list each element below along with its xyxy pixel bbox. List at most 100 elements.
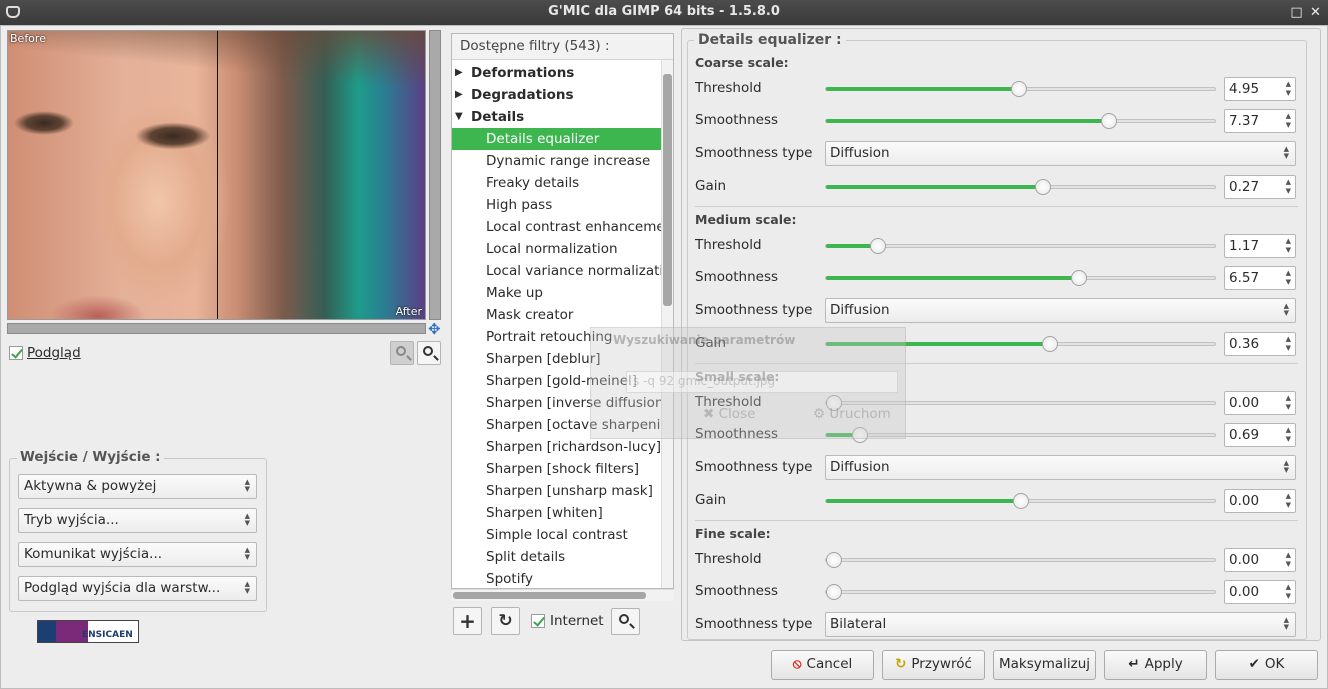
- input-layers-select[interactable]: Aktywna & powyżej ▲ ▼: [18, 474, 257, 499]
- output-mode-select[interactable]: Tryb wyjścia... ▲ ▼: [18, 508, 257, 533]
- coarse-smoothness-type-select[interactable]: Diffusion ▲ ▼: [825, 141, 1296, 166]
- fine-threshold-spinbox[interactable]: 0.00 ▲ ▼: [1224, 548, 1296, 572]
- slider-handle[interactable]: [869, 238, 886, 254]
- filter-item[interactable]: Make up: [452, 282, 662, 304]
- coarse-smoothness-slider[interactable]: [825, 113, 1216, 129]
- preview-vertical-scrollbar[interactable]: [429, 30, 441, 320]
- slider-handle[interactable]: [851, 427, 868, 443]
- close-window-icon[interactable]: ✕: [1308, 5, 1323, 20]
- coarse-smoothness-spinbox[interactable]: 7.37 ▲ ▼: [1224, 109, 1296, 133]
- move-icon[interactable]: ✥: [428, 322, 441, 337]
- coarse-gain-slider[interactable]: [825, 179, 1216, 195]
- spin-arrows-icon[interactable]: ▲ ▼: [1286, 492, 1291, 510]
- spin-arrows-icon[interactable]: ▲ ▼: [1286, 80, 1291, 98]
- apply-button[interactable]: ↵ Apply: [1104, 650, 1207, 680]
- filter-item[interactable]: Sharpen [richardson-lucy]: [452, 436, 662, 458]
- filter-item[interactable]: High pass: [452, 194, 662, 216]
- small-threshold-spinbox[interactable]: 0.00 ▲ ▼: [1224, 391, 1296, 415]
- cancel-button[interactable]: ⦸ Cancel: [771, 650, 874, 680]
- spin-arrows-icon[interactable]: ▲ ▼: [1286, 112, 1291, 130]
- reset-button[interactable]: ↻ Przywróć: [882, 650, 985, 680]
- medium-smoothness-spinbox[interactable]: 6.57 ▲ ▼: [1224, 266, 1296, 290]
- zoom-in-button[interactable]: [417, 341, 441, 365]
- spin-arrows-icon[interactable]: ▲ ▼: [1286, 551, 1291, 569]
- fine-smoothness-type-select[interactable]: Bilateral ▲ ▼: [825, 612, 1296, 637]
- filter-item[interactable]: Mask creator: [452, 304, 662, 326]
- gmic-ensicaen-logo[interactable]: ENSICAEN: [37, 620, 139, 643]
- parameters-vertical-scrollbar[interactable]: [1308, 30, 1320, 640]
- spin-arrows-icon[interactable]: ▲ ▼: [1286, 335, 1291, 353]
- medium-smoothness-slider[interactable]: [825, 270, 1216, 286]
- category-deformations[interactable]: ▶ Deformations: [452, 62, 662, 84]
- spin-arrows-icon[interactable]: ▲ ▼: [1286, 269, 1291, 287]
- small-smoothness-spinbox[interactable]: 0.69 ▲ ▼: [1224, 423, 1296, 447]
- maximize-window-icon[interactable]: □: [1289, 5, 1304, 20]
- spin-arrows-icon[interactable]: ▲ ▼: [1286, 583, 1291, 601]
- filter-item-selected[interactable]: Details equalizer: [452, 128, 662, 150]
- filter-item[interactable]: Simple local contrast: [452, 524, 662, 546]
- slider-handle[interactable]: [1100, 113, 1117, 129]
- medium-threshold-slider[interactable]: [825, 238, 1216, 254]
- fine-smoothness-slider[interactable]: [825, 584, 1216, 600]
- slider-handle[interactable]: [826, 395, 842, 411]
- filter-item[interactable]: Local normalization: [452, 238, 662, 260]
- spin-arrows-icon[interactable]: ▲ ▼: [1286, 237, 1291, 255]
- spin-arrows-icon[interactable]: ▲ ▼: [1286, 178, 1291, 196]
- coarse-threshold-slider[interactable]: [825, 81, 1216, 97]
- internet-checkbox[interactable]: Internet: [531, 613, 604, 629]
- preview-image[interactable]: Before After: [7, 30, 426, 320]
- medium-gain-spinbox[interactable]: 0.36 ▲ ▼: [1224, 332, 1296, 356]
- medium-gain-slider[interactable]: [825, 336, 1216, 352]
- filters-tree[interactable]: Dostępne filtry (543) : ▶ Deformations ▶ D…: [451, 33, 674, 589]
- add-favorite-button[interactable]: +: [453, 607, 482, 635]
- small-smoothness-type-select[interactable]: Diffusion ▲ ▼: [825, 455, 1296, 480]
- fine-smoothness-spinbox[interactable]: 0.00 ▲ ▼: [1224, 580, 1296, 604]
- search-filters-button[interactable]: [611, 608, 640, 635]
- fine-threshold-slider[interactable]: [825, 552, 1216, 568]
- filter-item[interactable]: Dynamic range increase: [452, 150, 662, 172]
- filter-item[interactable]: Sharpen [deblur]: [452, 348, 662, 370]
- scroll-thumb[interactable]: [663, 74, 672, 306]
- maximize-button[interactable]: Maksymalizuj: [993, 650, 1096, 680]
- output-messages-select[interactable]: Komunikat wyjścia... ▲ ▼: [18, 542, 257, 567]
- filters-vertical-scrollbar[interactable]: [661, 60, 673, 588]
- filter-item[interactable]: Sharpen [octave sharpening: [452, 414, 662, 436]
- scroll-thumb[interactable]: [453, 592, 646, 599]
- filter-item[interactable]: Sharpen [gold-meinel]: [452, 370, 662, 392]
- small-threshold-slider[interactable]: [825, 395, 1216, 411]
- preview-mode-select[interactable]: Podgląd wyjścia dla warstw... ▲ ▼: [18, 576, 257, 601]
- zoom-out-button[interactable]: [390, 341, 414, 365]
- slider-handle[interactable]: [1010, 81, 1027, 97]
- small-gain-spinbox[interactable]: 0.00 ▲ ▼: [1224, 489, 1296, 513]
- filters-horizontal-scrollbar[interactable]: [451, 589, 674, 601]
- filter-item[interactable]: Sharpen [shock filters]: [452, 458, 662, 480]
- filter-item[interactable]: Freaky details: [452, 172, 662, 194]
- slider-handle[interactable]: [1071, 270, 1088, 286]
- slider-handle[interactable]: [826, 584, 842, 600]
- small-gain-slider[interactable]: [825, 493, 1216, 509]
- preview-horizontal-scrollbar[interactable]: [7, 323, 426, 334]
- filter-item[interactable]: Local variance normalizatio: [452, 260, 662, 282]
- small-smoothness-slider[interactable]: [825, 427, 1216, 443]
- preview-checkbox[interactable]: Podgląd: [9, 345, 81, 361]
- slider-handle[interactable]: [826, 552, 842, 568]
- coarse-gain-spinbox[interactable]: 0.27 ▲ ▼: [1224, 175, 1296, 199]
- filter-item[interactable]: Spotify: [452, 568, 662, 588]
- preview-split-line[interactable]: [217, 31, 218, 319]
- medium-smoothness-type-select[interactable]: Diffusion ▲ ▼: [825, 298, 1296, 323]
- filter-item[interactable]: Local contrast enhancemen: [452, 216, 662, 238]
- slider-handle[interactable]: [1034, 179, 1051, 195]
- slider-handle[interactable]: [1012, 493, 1029, 509]
- filter-item[interactable]: Split details: [452, 546, 662, 568]
- ok-button[interactable]: ✔ OK: [1215, 650, 1318, 680]
- filter-item[interactable]: Portrait retouching: [452, 326, 662, 348]
- coarse-threshold-spinbox[interactable]: 4.95 ▲ ▼: [1224, 77, 1296, 101]
- category-degradations[interactable]: ▶ Degradations: [452, 84, 662, 106]
- spin-arrows-icon[interactable]: ▲ ▼: [1286, 426, 1291, 444]
- medium-threshold-spinbox[interactable]: 1.17 ▲ ▼: [1224, 234, 1296, 258]
- refresh-filters-button[interactable]: ↻: [491, 607, 520, 635]
- filter-item[interactable]: Sharpen [whiten]: [452, 502, 662, 524]
- filter-item[interactable]: Sharpen [inverse diffusion]: [452, 392, 662, 414]
- spin-arrows-icon[interactable]: ▲ ▼: [1286, 394, 1291, 412]
- filter-item[interactable]: Sharpen [unsharp mask]: [452, 480, 662, 502]
